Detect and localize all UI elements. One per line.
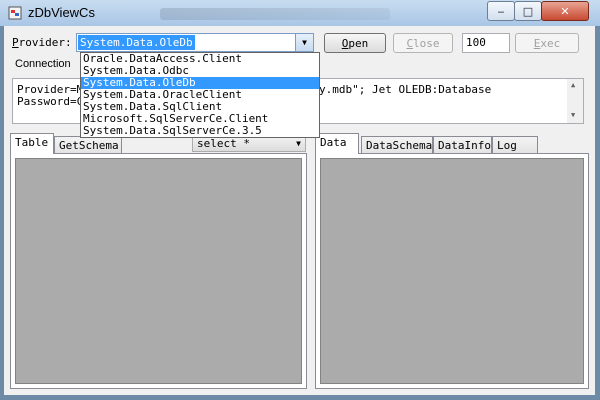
connection-text-line2: Password=C [17, 95, 84, 108]
scroll-down-icon[interactable]: ▼ [571, 111, 575, 119]
close-window-button[interactable]: ✕ [541, 1, 589, 21]
title-bar: zDbViewCs ‒ □ ✕ [0, 0, 600, 26]
open-button[interactable]: Open [324, 33, 386, 53]
chevron-down-icon[interactable]: ▼ [295, 34, 313, 51]
exec-button[interactable]: Exec [515, 33, 579, 53]
provider-label: Provider: [12, 36, 72, 49]
tab-data[interactable]: Data [315, 133, 359, 154]
app-icon [8, 6, 22, 20]
client-area: Provider: System.Data.OleDb ▼ Open Close… [4, 26, 595, 395]
maximize-icon: □ [522, 4, 534, 18]
provider-dropdown-list[interactable]: Oracle.DataAccess.Client System.Data.Odb… [80, 52, 320, 138]
maximize-button[interactable]: □ [514, 1, 542, 21]
tab-log[interactable]: Log [492, 136, 538, 154]
minimize-button[interactable]: ‒ [487, 1, 515, 21]
close-button[interactable]: Close [393, 33, 453, 53]
data-tab-panel [315, 153, 589, 389]
minimize-icon: ‒ [497, 4, 505, 18]
connection-text-line1-end: y.mdb"; Jet OLEDB:Database [319, 83, 492, 96]
connection-scrollbar[interactable]: ▲ ▼ [567, 79, 583, 123]
scroll-up-icon[interactable]: ▲ [571, 81, 575, 89]
tab-datainfo[interactable]: DataInfo [433, 136, 492, 154]
query-select-value: select * [197, 137, 250, 150]
tab-table[interactable]: Table [10, 133, 54, 154]
provider-option[interactable]: System.Data.SqlServerCe.3.5 [81, 125, 319, 137]
query-select-combobox[interactable]: select * ▼ [192, 136, 306, 152]
table-grid[interactable] [15, 158, 302, 384]
provider-combobox[interactable]: System.Data.OleDb ▼ [76, 33, 314, 52]
tab-getschema[interactable]: GetSchema [54, 136, 122, 154]
tab-dataschema[interactable]: DataSchema [361, 136, 433, 154]
background-window-blur [160, 8, 390, 20]
table-tab-panel [10, 153, 307, 389]
chevron-down-icon[interactable]: ▼ [296, 137, 301, 151]
connection-label: Connection [15, 58, 71, 70]
provider-selected-value: System.Data.OleDb [78, 35, 195, 50]
max-rows-input[interactable]: 100 [462, 33, 510, 53]
close-icon: ✕ [560, 4, 570, 18]
data-grid[interactable] [320, 158, 584, 384]
window-title: zDbViewCs [28, 5, 95, 20]
